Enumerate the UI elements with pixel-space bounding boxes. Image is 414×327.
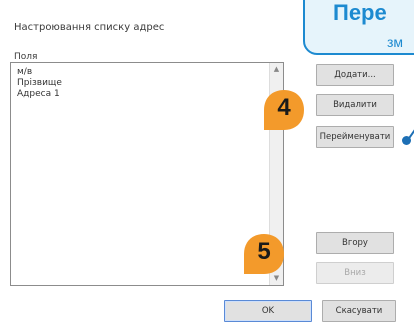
ok-button[interactable]: OK [224,300,312,322]
banner-subtitle: зм [387,34,404,50]
rename-button[interactable]: Перейменувати [316,126,394,148]
add-button[interactable]: Додати... [316,64,394,86]
delete-button[interactable]: Видалити [316,94,394,116]
step-5-marker: 5 [242,232,286,276]
scroll-up-icon[interactable]: ▲ [270,63,283,76]
cancel-button[interactable]: Скасувати [322,300,396,322]
fields-list: м/в Прізвище Адреса 1 [17,67,62,100]
step-4-marker: 4 [262,88,306,132]
move-up-button[interactable]: Вгору [316,232,394,254]
heading-banner: Пере зм [303,0,414,55]
fields-label: Поля [14,52,38,62]
list-item[interactable]: м/в [17,67,62,78]
move-down-button[interactable]: Вниз [316,262,394,284]
list-item[interactable]: Адреса 1 [17,89,62,100]
dialog-title: Настроювання списку адрес [14,22,165,33]
step-5-number: 5 [257,238,271,265]
step-4-number: 4 [277,94,291,121]
list-item[interactable]: Прізвище [17,78,62,89]
banner-title: Пере [333,0,387,25]
pointer-dot-icon [402,136,411,145]
